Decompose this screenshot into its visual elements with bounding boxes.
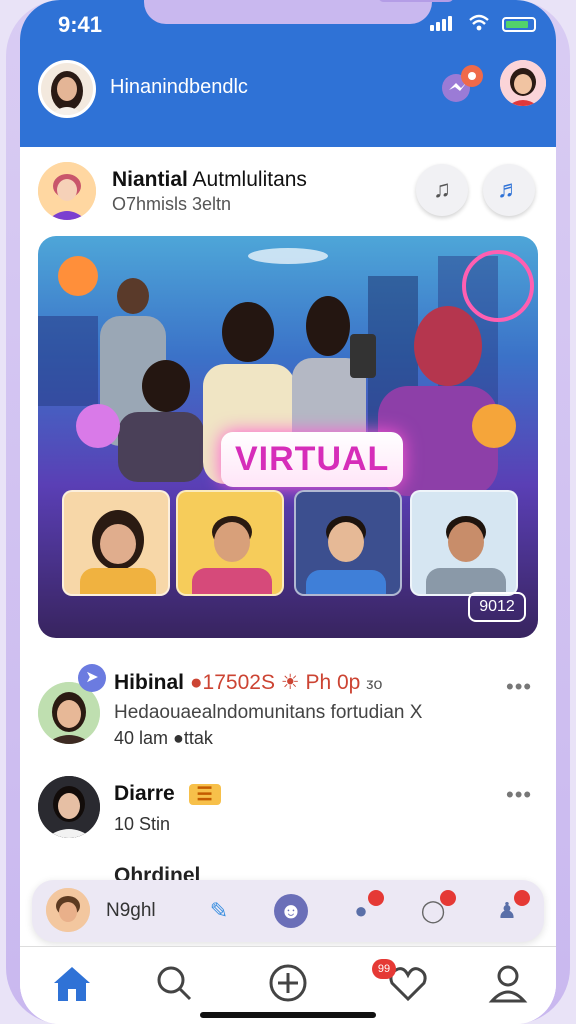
feed-meta: 10 Stin bbox=[114, 814, 171, 834]
message-icon[interactable]: ◯ bbox=[416, 890, 456, 928]
more-options-icon[interactable]: ••• bbox=[506, 674, 532, 700]
status-time: 9:41 bbox=[58, 12, 103, 37]
feed-text: Hedaouaealndomunitans fortudian X bbox=[114, 702, 423, 723]
quick-bar-name: N9ghl bbox=[106, 900, 156, 921]
avatar[interactable] bbox=[38, 162, 96, 220]
chat-icon[interactable]: ✎ bbox=[202, 894, 236, 928]
avatar[interactable] bbox=[38, 776, 100, 838]
avatar[interactable] bbox=[500, 60, 546, 106]
search-icon[interactable] bbox=[152, 961, 196, 1005]
feed-author-extra: ●17502S ☀ Ph 0p bbox=[189, 671, 361, 694]
more-options-icon[interactable]: ••• bbox=[506, 782, 532, 808]
feed-author[interactable]: Hibinal ●17502S ☀ Ph 0p ᴣo bbox=[114, 670, 382, 695]
video-tile[interactable] bbox=[176, 490, 284, 596]
notification-badge bbox=[514, 890, 530, 906]
hero-badge: VIRTUAL bbox=[221, 432, 404, 487]
view-counter: 9012 bbox=[468, 592, 526, 622]
music-note-icon: ♫ bbox=[433, 176, 451, 203]
chat-icon: ☰ bbox=[188, 784, 221, 805]
music-share-button[interactable]: ♬ bbox=[483, 164, 535, 216]
wifi-icon bbox=[469, 14, 489, 31]
video-tile[interactable] bbox=[62, 490, 170, 596]
home-indicator bbox=[200, 1012, 376, 1018]
home-icon[interactable] bbox=[50, 961, 94, 1005]
notification-badge: 99 bbox=[372, 959, 396, 979]
avatar[interactable] bbox=[46, 888, 90, 932]
people-icon[interactable]: ♟ bbox=[490, 890, 530, 928]
post-author[interactable]: Niantial Autmlulitans bbox=[112, 168, 307, 192]
app-header: 9:41 Hinanindbendlc bbox=[20, 0, 556, 147]
video-tile[interactable] bbox=[294, 490, 402, 596]
post-subtitle: O7hmisls 3eltn bbox=[112, 194, 232, 214]
header-title: Hinanindbendlc bbox=[110, 76, 248, 98]
messenger-icon[interactable] bbox=[440, 64, 486, 104]
group-icon[interactable]: ☻ bbox=[274, 894, 308, 928]
notification-badge bbox=[368, 890, 384, 906]
feed-author[interactable]: Diarre ☰ bbox=[114, 782, 221, 806]
quick-bar: N9ghl ✎ ☻ ● ◯ ♟ bbox=[32, 880, 544, 942]
feed-author-name: Diarre bbox=[114, 782, 175, 805]
notch bbox=[144, 0, 454, 24]
notification-badge bbox=[440, 890, 456, 906]
music-button[interactable]: ♫ bbox=[416, 164, 468, 216]
feed-author-tail: ᴣo bbox=[366, 676, 383, 693]
music-note-icon: ♬ bbox=[497, 176, 521, 203]
post-author-first: Niantial bbox=[112, 168, 188, 191]
profile-icon[interactable] bbox=[486, 961, 530, 1005]
comment-icon[interactable]: ● bbox=[344, 890, 384, 928]
signal-icon bbox=[430, 16, 452, 31]
avatar[interactable] bbox=[38, 60, 96, 118]
battery-icon bbox=[502, 17, 536, 32]
feed-author-name: Hibinal bbox=[114, 671, 185, 694]
post-author-rest: Autmlulitans bbox=[192, 168, 307, 191]
phone-screen: 9:41 Hinanindbendlc Niantial Autmlulitan… bbox=[20, 0, 556, 1024]
post-image[interactable]: VIRTUAL 9012 bbox=[38, 236, 538, 638]
messenger-icon: ➤ bbox=[78, 664, 106, 692]
feed-meta: 40 lam ●ttak bbox=[114, 728, 213, 748]
add-icon[interactable] bbox=[266, 961, 310, 1005]
video-tile[interactable] bbox=[410, 490, 518, 596]
